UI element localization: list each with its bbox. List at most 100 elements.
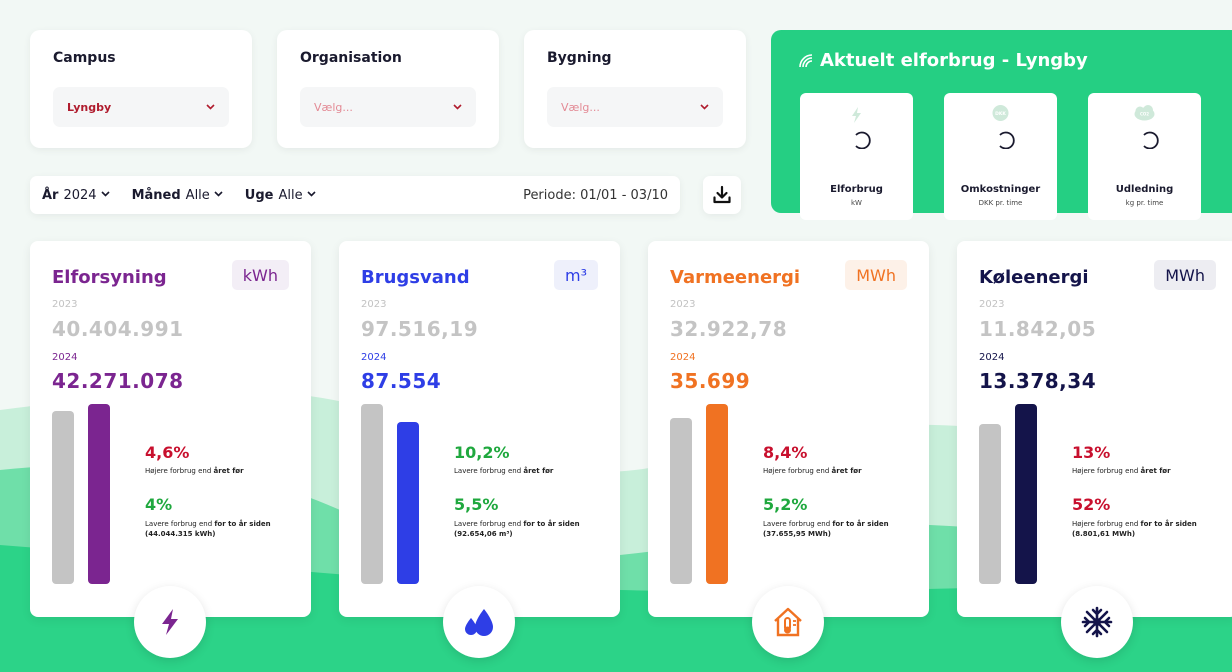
year-prev-label: 2023: [52, 299, 78, 310]
change-vs-two-years-text: Lavere forbrug end for to år siden (92.65…: [454, 520, 580, 538]
organisation-label: Organisation: [300, 50, 402, 66]
live-card-label: Omkostninger: [960, 184, 1041, 195]
loading-spinner-icon: [1143, 131, 1159, 149]
value-cur: 42.271.078: [52, 369, 184, 393]
snowflake-icon: [1061, 586, 1133, 658]
value-cur: 87.554: [361, 369, 442, 393]
unit-badge: MWh: [1154, 260, 1216, 290]
chevron-down-icon: [206, 102, 215, 113]
bar-previous-year: [979, 424, 1001, 584]
organisation-select[interactable]: Vælg...: [300, 87, 476, 127]
co2-cloud-icon: CO2: [1134, 105, 1155, 121]
loading-spinner-icon: [999, 131, 1015, 149]
bygning-placeholder: Vælg...: [561, 100, 600, 114]
signal-icon: [799, 53, 813, 67]
live-card-omkostninger: DKK Omkostninger DKK pr. time: [944, 93, 1057, 220]
year-cur-label: 2024: [361, 352, 387, 363]
chevron-down-icon: [307, 190, 316, 200]
value-prev: 32.922,78: [670, 317, 788, 341]
unit-badge: MWh: [845, 260, 907, 290]
bygning-filter: Bygning Vælg...: [524, 30, 746, 148]
change-vs-last-year: 10,2%: [454, 443, 510, 462]
card-title: Varmeenergi: [670, 267, 801, 288]
live-card-label: Elforbrug: [830, 184, 883, 195]
year-cur-label: 2024: [670, 352, 696, 363]
co2-cloud-text: CO2: [1140, 112, 1149, 117]
card-title: Elforsyning: [52, 267, 167, 288]
change-vs-last-year-text: Højere forbrug end året før: [1072, 467, 1171, 475]
change-vs-two-years-text: Højere forbrug end for to år siden (8.801…: [1072, 520, 1197, 538]
change-vs-last-year-text: Højere forbrug end året før: [145, 467, 244, 475]
live-card-label: Udledning: [1115, 184, 1174, 195]
card-title: Køleenergi: [979, 267, 1089, 288]
change-vs-two-years: 5,2%: [763, 495, 808, 514]
week-value: Alle: [278, 187, 303, 203]
chevron-down-icon: [700, 102, 709, 113]
stat-card-brugsvand[interactable]: Brugsvand m³ 2023 97.516,19 2024 87.554 …: [339, 241, 620, 658]
change-vs-last-year: 13%: [1072, 443, 1111, 462]
bygning-label: Bygning: [547, 50, 612, 66]
loading-spinner-icon: [855, 131, 871, 149]
campus-select[interactable]: Lyngby: [53, 87, 229, 127]
unit-badge: m³: [554, 260, 598, 290]
chevron-down-icon: [101, 190, 110, 200]
value-cur: 35.699: [670, 369, 751, 393]
organisation-filter: Organisation Vælg...: [277, 30, 499, 148]
change-vs-two-years-text: Lavere forbrug end for to år siden (37.65…: [763, 520, 889, 538]
year-prev-label: 2023: [979, 299, 1005, 310]
unit-badge: kWh: [231, 260, 289, 290]
bygning-select[interactable]: Vælg...: [547, 87, 723, 127]
live-card-elforbrug: Elforbrug kW: [800, 93, 913, 220]
campus-label: Campus: [53, 50, 116, 66]
change-vs-last-year-text: Lavere forbrug end året før: [454, 467, 554, 475]
lightning-icon: [134, 586, 206, 658]
live-card-unit: DKK pr. time: [978, 199, 1023, 207]
year-prev-label: 2023: [361, 299, 387, 310]
value-cur: 13.378,34: [979, 369, 1097, 393]
month-value: Alle: [185, 187, 210, 203]
year-label: År: [42, 187, 59, 203]
bar-previous-year: [670, 418, 692, 584]
bar-current-year: [88, 404, 110, 584]
download-button[interactable]: [703, 176, 741, 214]
change-vs-two-years-text: Lavere forbrug end for to år siden (44.04…: [145, 520, 271, 538]
stat-card-elforsyning[interactable]: Elforsyning kWh 2023 40.404.991 2024 42.…: [30, 241, 311, 658]
week-dropdown[interactable]: Uge Alle: [245, 188, 316, 203]
bar-previous-year: [52, 411, 74, 584]
year-cur-label: 2024: [979, 352, 1005, 363]
stat-card-koleenergi[interactable]: Køleenergi MWh 2023 11.842,05 2024 13.37…: [957, 241, 1232, 658]
year-dropdown[interactable]: År 2024: [42, 188, 110, 203]
bar-previous-year: [361, 404, 383, 584]
change-vs-last-year-text: Højere forbrug end året før: [763, 467, 862, 475]
live-title-text: Aktuelt elforbrug - Lyngby: [820, 50, 1088, 71]
week-label: Uge: [244, 187, 274, 203]
value-prev: 11.842,05: [979, 317, 1097, 341]
organisation-placeholder: Vælg...: [314, 100, 353, 114]
year-value: 2024: [63, 187, 97, 203]
dkk-coin-icon: DKK: [992, 105, 1009, 121]
bar-current-year: [1015, 404, 1037, 584]
month-dropdown[interactable]: Måned Alle: [132, 188, 223, 203]
water-drops-icon: [443, 586, 515, 658]
year-cur-label: 2024: [52, 352, 78, 363]
year-prev-label: 2023: [670, 299, 696, 310]
live-card-unit: kW: [851, 199, 862, 207]
bar-current-year: [706, 404, 728, 584]
live-card-unit: kg pr. time: [1125, 199, 1164, 207]
chevron-down-icon: [214, 190, 223, 200]
month-label: Måned: [131, 187, 181, 203]
house-thermometer-icon: [752, 586, 824, 658]
change-vs-two-years: 52%: [1072, 495, 1111, 514]
period-bar: År 2024 Måned Alle Uge Alle Periode: 01/…: [30, 176, 680, 214]
dkk-coin-text: DKK: [995, 111, 1006, 117]
campus-filter: Campus Lyngby: [30, 30, 252, 148]
value-prev: 97.516,19: [361, 317, 479, 341]
change-vs-two-years: 4%: [145, 495, 173, 514]
live-card-udledning: CO2 Udledning kg pr. time: [1088, 93, 1201, 220]
change-vs-two-years: 5,5%: [454, 495, 499, 514]
stat-card-varmeenergi[interactable]: Varmeenergi MWh 2023 32.922,78 2024 35.6…: [648, 241, 929, 658]
card-title: Brugsvand: [361, 267, 470, 288]
download-icon: [713, 185, 731, 204]
bar-current-year: [397, 422, 419, 584]
campus-value: Lyngby: [67, 100, 112, 114]
